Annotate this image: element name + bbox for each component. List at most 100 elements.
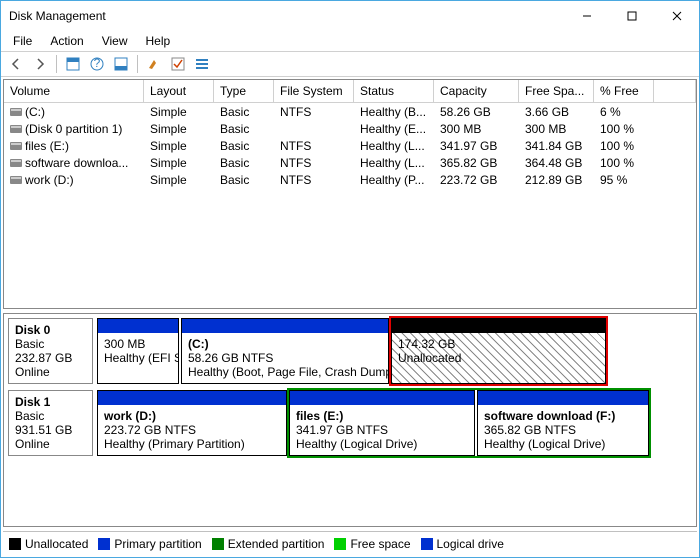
titlebar: Disk Management bbox=[1, 1, 699, 31]
disk-status: Online bbox=[15, 365, 86, 379]
view-top-icon[interactable] bbox=[62, 53, 84, 75]
disk-label[interactable]: Disk 1Basic931.51 GBOnline bbox=[8, 390, 93, 456]
partition[interactable]: 300 MBHealthy (EFI Syster bbox=[97, 318, 179, 384]
partition-size: 341.97 GB NTFS bbox=[296, 423, 468, 437]
disk-name: Disk 0 bbox=[15, 323, 86, 337]
disk-size: 232.87 GB bbox=[15, 351, 86, 365]
drive-icon bbox=[10, 159, 22, 167]
cell-pctfree: 6 % bbox=[594, 105, 654, 119]
partition-status: Healthy (Logical Drive) bbox=[484, 437, 642, 451]
partition[interactable]: 174.32 GBUnallocated bbox=[391, 318, 606, 384]
legend-primary: Primary partition bbox=[98, 537, 201, 551]
column-header-layout[interactable]: Layout bbox=[144, 80, 214, 102]
partition-size: 300 MB bbox=[104, 337, 172, 351]
cell-layout: Simple bbox=[144, 139, 214, 153]
partition-status: Healthy (Primary Partition) bbox=[104, 437, 280, 451]
cell-type: Basic bbox=[214, 105, 274, 119]
partition[interactable]: (C:)58.26 GB NTFSHealthy (Boot, Page Fil… bbox=[181, 318, 389, 384]
volume-list[interactable]: VolumeLayoutTypeFile SystemStatusCapacit… bbox=[3, 79, 697, 309]
disk-size: 931.51 GB bbox=[15, 423, 86, 437]
cell-type: Basic bbox=[214, 156, 274, 170]
cell-capacity: 58.26 GB bbox=[434, 105, 519, 119]
partition-status: Healthy (Logical Drive) bbox=[296, 437, 468, 451]
menu-help[interactable]: Help bbox=[138, 32, 179, 50]
volume-row[interactable]: software downloa...SimpleBasicNTFSHealth… bbox=[4, 154, 696, 171]
cell-capacity: 223.72 GB bbox=[434, 173, 519, 187]
column-header-volume[interactable]: Volume bbox=[4, 80, 144, 102]
maximize-button[interactable] bbox=[609, 2, 654, 30]
disk-name: Disk 1 bbox=[15, 395, 86, 409]
extended-swatch bbox=[212, 538, 224, 550]
partition-size: 365.82 GB NTFS bbox=[484, 423, 642, 437]
list-icon[interactable] bbox=[191, 53, 213, 75]
highlight-box: files (E:)341.97 GB NTFSHealthy (Logical… bbox=[289, 390, 649, 456]
cell-type: Basic bbox=[214, 173, 274, 187]
volume-row[interactable]: files (E:)SimpleBasicNTFSHealthy (L...34… bbox=[4, 137, 696, 154]
forward-button[interactable] bbox=[29, 53, 51, 75]
partition-color-bar bbox=[182, 319, 388, 333]
window-controls bbox=[564, 2, 699, 30]
cell-freespace: 212.89 GB bbox=[519, 173, 594, 187]
partition-body: (C:)58.26 GB NTFSHealthy (Boot, Page Fil… bbox=[182, 333, 388, 383]
partition-body: software download (F:)365.82 GB NTFSHeal… bbox=[478, 405, 648, 455]
cell-pctfree: 95 % bbox=[594, 173, 654, 187]
menu-action[interactable]: Action bbox=[42, 32, 91, 50]
partition-title: work (D:) bbox=[104, 409, 280, 423]
cell-freespace: 3.66 GB bbox=[519, 105, 594, 119]
disk-partitions: work (D:)223.72 GB NTFSHealthy (Primary … bbox=[97, 390, 692, 456]
legend-logical: Logical drive bbox=[421, 537, 504, 551]
cell-layout: Simple bbox=[144, 156, 214, 170]
drive-icon bbox=[10, 176, 22, 184]
cell-freespace: 300 MB bbox=[519, 122, 594, 136]
volume-row[interactable]: (Disk 0 partition 1)SimpleBasicHealthy (… bbox=[4, 120, 696, 137]
column-header-capacity[interactable]: Capacity bbox=[434, 80, 519, 102]
cell-fs: NTFS bbox=[274, 156, 354, 170]
disk-status: Online bbox=[15, 437, 86, 451]
cell-volume: (Disk 0 partition 1) bbox=[4, 122, 144, 136]
cell-pctfree: 100 % bbox=[594, 122, 654, 136]
cell-type: Basic bbox=[214, 122, 274, 136]
logical-swatch bbox=[421, 538, 433, 550]
disk-type: Basic bbox=[15, 409, 86, 423]
column-header-pctfree[interactable]: % Free bbox=[594, 80, 654, 102]
column-header-fs[interactable]: File System bbox=[274, 80, 354, 102]
column-header-freespace[interactable]: Free Spa... bbox=[519, 80, 594, 102]
volume-row[interactable]: (C:)SimpleBasicNTFSHealthy (B...58.26 GB… bbox=[4, 103, 696, 120]
volume-row[interactable]: work (D:)SimpleBasicNTFSHealthy (P...223… bbox=[4, 171, 696, 188]
cell-status: Healthy (L... bbox=[354, 139, 434, 153]
menubar: File Action View Help bbox=[1, 31, 699, 51]
cell-type: Basic bbox=[214, 139, 274, 153]
cell-pctfree: 100 % bbox=[594, 139, 654, 153]
view-bottom-icon[interactable] bbox=[110, 53, 132, 75]
list-body: (C:)SimpleBasicNTFSHealthy (B...58.26 GB… bbox=[4, 103, 696, 188]
check-icon[interactable] bbox=[167, 53, 189, 75]
legend-unallocated: Unallocated bbox=[9, 537, 88, 551]
cell-volume: (C:) bbox=[4, 105, 144, 119]
disk-partitions: 300 MBHealthy (EFI Syster(C:)58.26 GB NT… bbox=[97, 318, 692, 384]
menu-view[interactable]: View bbox=[94, 32, 136, 50]
partition-size: 174.32 GB bbox=[398, 337, 599, 351]
partition[interactable]: software download (F:)365.82 GB NTFSHeal… bbox=[477, 390, 649, 456]
column-header-empty[interactable] bbox=[654, 80, 696, 102]
column-header-type[interactable]: Type bbox=[214, 80, 274, 102]
menu-file[interactable]: File bbox=[5, 32, 40, 50]
partition[interactable]: work (D:)223.72 GB NTFSHealthy (Primary … bbox=[97, 390, 287, 456]
cell-capacity: 365.82 GB bbox=[434, 156, 519, 170]
disk-type: Basic bbox=[15, 337, 86, 351]
cell-pctfree: 100 % bbox=[594, 156, 654, 170]
disk-management-window: Disk Management File Action View Help ? … bbox=[0, 0, 700, 558]
partition-color-bar bbox=[290, 391, 474, 405]
partition-color-bar bbox=[98, 391, 286, 405]
help-icon[interactable]: ? bbox=[86, 53, 108, 75]
close-button[interactable] bbox=[654, 2, 699, 30]
legend: Unallocated Primary partition Extended p… bbox=[3, 531, 697, 555]
cell-layout: Simple bbox=[144, 122, 214, 136]
disk-label[interactable]: Disk 0Basic232.87 GBOnline bbox=[8, 318, 93, 384]
partition-body: 174.32 GBUnallocated bbox=[392, 333, 605, 383]
action-icon[interactable] bbox=[143, 53, 165, 75]
minimize-button[interactable] bbox=[564, 2, 609, 30]
back-button[interactable] bbox=[5, 53, 27, 75]
disk-graph-view[interactable]: Disk 0Basic232.87 GBOnline300 MBHealthy … bbox=[3, 313, 697, 527]
partition[interactable]: files (E:)341.97 GB NTFSHealthy (Logical… bbox=[289, 390, 475, 456]
column-header-status[interactable]: Status bbox=[354, 80, 434, 102]
